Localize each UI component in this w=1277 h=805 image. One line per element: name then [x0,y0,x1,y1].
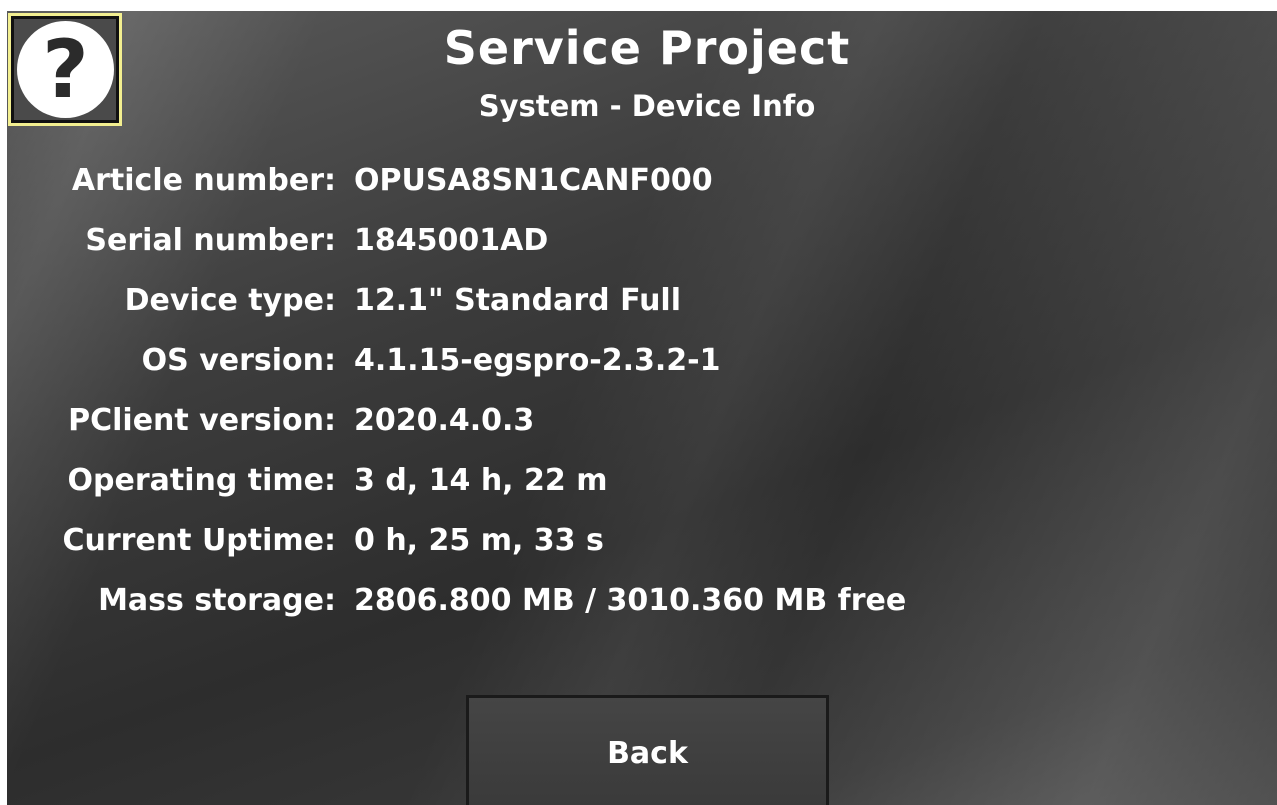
info-row-os-version: OS version: 4.1.15-egspro-2.3.2-1 [7,343,1277,383]
info-row-device-type: Device type: 12.1" Standard Full [7,283,1277,323]
info-label: PClient version: [68,403,336,438]
info-label: Device type: [124,283,336,318]
info-row-current-uptime: Current Uptime: 0 h, 25 m, 33 s [7,523,1277,563]
info-value: OPUSA8SN1CANF000 [354,163,713,198]
info-value: 2806.800 MB / 3010.360 MB free [354,583,907,618]
info-label: Article number: [71,163,336,198]
info-row-article-number: Article number: OPUSA8SN1CANF000 [7,163,1277,203]
info-value: 4.1.15-egspro-2.3.2-1 [354,343,721,378]
info-value: 2020.4.0.3 [354,403,535,438]
info-value: 12.1" Standard Full [354,283,681,318]
info-label: Serial number: [85,223,336,258]
info-label: Operating time: [67,463,337,498]
page-title: Service Project [443,21,851,75]
info-row-mass-storage: Mass storage: 2806.800 MB / 3010.360 MB … [7,583,1277,623]
info-row-operating-time: Operating time: 3 d, 14 h, 22 m [7,463,1277,503]
info-row-serial-number: Serial number: 1845001AD [7,223,1277,263]
page-subtitle: System - Device Info [478,89,816,123]
info-label: OS version: [141,343,336,378]
info-value: 1845001AD [354,223,549,258]
device-info-screen: ? Service Project System - Device Info A… [7,11,1277,805]
info-value: 3 d, 14 h, 22 m [354,463,608,498]
back-button[interactable]: Back [466,695,829,805]
info-value: 0 h, 25 m, 33 s [354,523,604,558]
info-row-pclient-version: PClient version: 2020.4.0.3 [7,403,1277,443]
info-label: Current Uptime: [62,523,336,558]
info-label: Mass storage: [98,583,336,618]
